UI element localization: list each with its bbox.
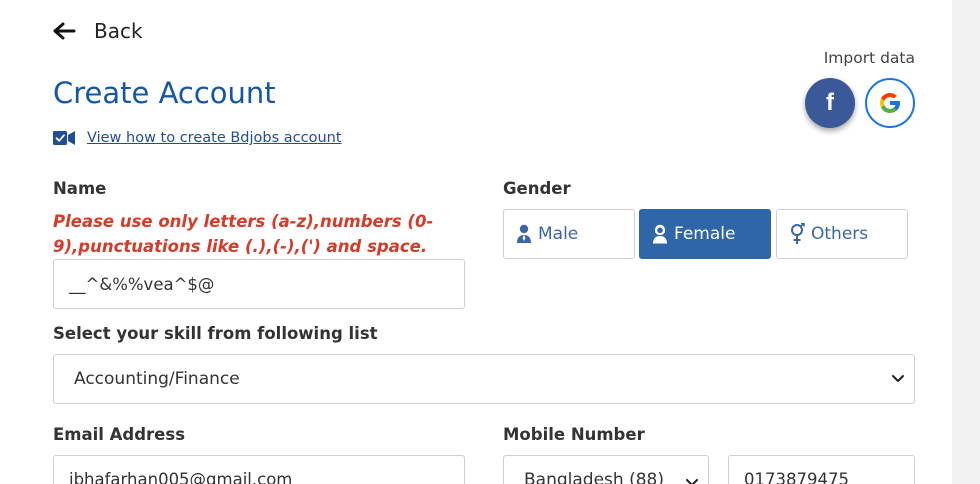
gender-option-label: Female (674, 224, 736, 244)
gender-option-label: Male (538, 224, 579, 244)
create-account-page: Back Create Account View how to create B… (0, 0, 980, 484)
video-tutorial-link-text[interactable]: View how to create Bdjobs account (87, 130, 342, 146)
mobile-number-value: 0173879475 (744, 470, 849, 484)
name-label: Name (53, 179, 107, 198)
chevron-down-icon (686, 479, 698, 484)
male-user-icon (517, 224, 531, 243)
gender-option-female[interactable]: Female (639, 209, 771, 259)
name-input[interactable]: __^&%%vea^$@ (53, 259, 465, 309)
import-data-label: Import data (823, 49, 915, 67)
female-user-icon (653, 224, 667, 244)
skill-label: Select your skill from following list (53, 324, 378, 343)
back-label: Back (94, 19, 143, 43)
skill-select-value: Accounting/Finance (74, 369, 240, 389)
skill-select[interactable]: Accounting/Finance (53, 354, 915, 404)
gender-option-label: Others (811, 224, 869, 244)
facebook-import-button[interactable]: f (805, 78, 855, 128)
email-input-value: ibhafarhan005@gmail.com (69, 470, 293, 484)
email-input[interactable]: ibhafarhan005@gmail.com (53, 455, 465, 484)
mobile-label: Mobile Number (503, 425, 645, 444)
name-input-value: __^&%%vea^$@ (69, 274, 215, 294)
country-code-value: Bangladesh (88) (524, 470, 664, 484)
scrollbar-track[interactable] (952, 0, 980, 484)
page-title: Create Account (53, 76, 276, 110)
back-button[interactable]: Back (52, 17, 143, 45)
gender-option-male[interactable]: Male (503, 209, 635, 259)
chevron-down-icon (892, 375, 904, 382)
transgender-icon (791, 223, 805, 244)
facebook-icon: f (826, 89, 834, 116)
country-code-select[interactable]: Bangladesh (88) (503, 455, 709, 484)
email-label: Email Address (53, 425, 186, 444)
gender-label: Gender (503, 179, 571, 198)
google-icon (880, 93, 900, 113)
video-tutorial-link: View how to create Bdjobs account (53, 130, 342, 146)
gender-option-others[interactable]: Others (776, 209, 908, 259)
mobile-number-input[interactable]: 0173879475 (728, 455, 915, 484)
arrow-left-icon (53, 22, 76, 40)
video-camera-icon (53, 131, 75, 145)
google-import-button[interactable] (865, 78, 915, 128)
name-error-message: Please use only letters (a-z),numbers (0… (53, 212, 434, 256)
